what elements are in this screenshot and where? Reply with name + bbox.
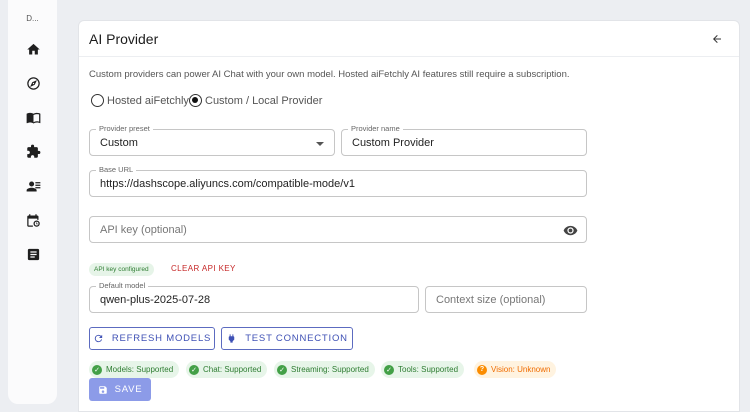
test-connection-button[interactable]: TEST CONNECTION	[221, 327, 353, 350]
context-size-field[interactable]: Context size (optional)	[425, 286, 587, 313]
refresh-models-label: REFRESH MODELS	[111, 333, 212, 344]
contacts-icon[interactable]	[23, 176, 43, 196]
radio-hosted-button[interactable]	[91, 94, 104, 107]
home-icon[interactable]	[23, 39, 43, 59]
refresh-models-button[interactable]: REFRESH MODELS	[89, 327, 215, 350]
sidebar-label: D...	[26, 14, 39, 23]
radio-custom-button[interactable]	[189, 94, 202, 107]
check-circle-icon: ✓	[189, 364, 199, 375]
provider-name-value: Custom Provider	[352, 137, 434, 149]
base-url-value: https://dashscope.aliyuncs.com/compatibl…	[100, 178, 355, 190]
radio-hosted-provider[interactable]: Hosted aiFetchly	[91, 94, 189, 107]
save-label: SAVE	[114, 384, 143, 395]
status-chip-streaming: ✓ Streaming: Supported	[274, 361, 375, 378]
status-chip-streaming-text: Streaming: Supported	[291, 365, 369, 374]
context-size-placeholder: Context size (optional)	[436, 294, 546, 306]
provider-preset-select[interactable]: Provider preset Custom	[89, 124, 335, 156]
clear-api-key-button[interactable]: CLEAR API KEY	[171, 264, 236, 273]
radio-custom-provider[interactable]: Custom / Local Provider	[189, 94, 322, 107]
check-circle-icon: ✓	[384, 364, 394, 375]
book-icon[interactable]	[23, 107, 43, 127]
status-chip-models: ✓ Models: Supported	[89, 361, 180, 378]
default-model-value: qwen-plus-2025-07-28	[100, 294, 211, 306]
back-arrow-icon[interactable]	[709, 31, 725, 47]
plug-icon	[228, 334, 235, 343]
radio-custom-label: Custom / Local Provider	[205, 94, 323, 107]
api-key-configured-badge: API key configured	[89, 263, 154, 276]
default-model-label: Default model	[96, 281, 149, 290]
page-title: AI Provider	[89, 31, 159, 47]
provider-name-field[interactable]: Provider name Custom Provider	[341, 124, 587, 156]
status-chip-vision: ? Vision: Unknown	[474, 361, 557, 378]
card-header: AI Provider	[79, 21, 739, 57]
description: Custom providers can power AI Chat with …	[89, 69, 570, 80]
puzzle-icon[interactable]	[23, 141, 43, 161]
floppy-disk-icon	[98, 385, 107, 394]
ai-provider-card: AI Provider Custom providers can power A…	[78, 20, 740, 412]
provider-name-label: Provider name	[348, 124, 403, 133]
status-chip-chat-text: Chat: Supported	[203, 365, 262, 374]
default-model-field[interactable]: Default model qwen-plus-2025-07-28	[89, 281, 419, 313]
check-circle-icon: ✓	[277, 364, 287, 375]
check-circle-icon: ✓	[92, 364, 102, 375]
provider-preset-label: Provider preset	[96, 124, 153, 133]
status-chip-tools-text: Tools: Supported	[398, 365, 459, 374]
test-connection-label: TEST CONNECTION	[245, 333, 348, 344]
radio-hosted-label: Hosted aiFetchly	[107, 94, 189, 107]
save-button[interactable]: SAVE	[89, 378, 151, 401]
sidebar: D...	[8, 0, 57, 404]
compass-icon[interactable]	[23, 73, 43, 93]
base-url-label: Base URL	[96, 165, 137, 174]
dropdown-arrow-icon[interactable]	[316, 142, 324, 146]
article-icon[interactable]	[23, 244, 43, 264]
status-chip-vision-text: Vision: Unknown	[491, 365, 551, 374]
status-chip-chat: ✓ Chat: Supported	[186, 361, 268, 378]
visibility-eye-icon[interactable]	[563, 223, 578, 238]
help-circle-icon: ?	[477, 364, 487, 375]
provider-preset-value: Custom	[100, 137, 138, 149]
api-key-field[interactable]: API key (optional)	[89, 216, 587, 243]
calendar-clock-icon[interactable]	[23, 210, 43, 230]
refresh-icon	[94, 334, 102, 343]
api-key-placeholder: API key (optional)	[100, 224, 187, 236]
status-chip-models-text: Models: Supported	[106, 365, 174, 374]
base-url-field[interactable]: Base URL https://dashscope.aliyuncs.com/…	[89, 165, 587, 197]
status-chip-tools: ✓ Tools: Supported	[381, 361, 465, 378]
